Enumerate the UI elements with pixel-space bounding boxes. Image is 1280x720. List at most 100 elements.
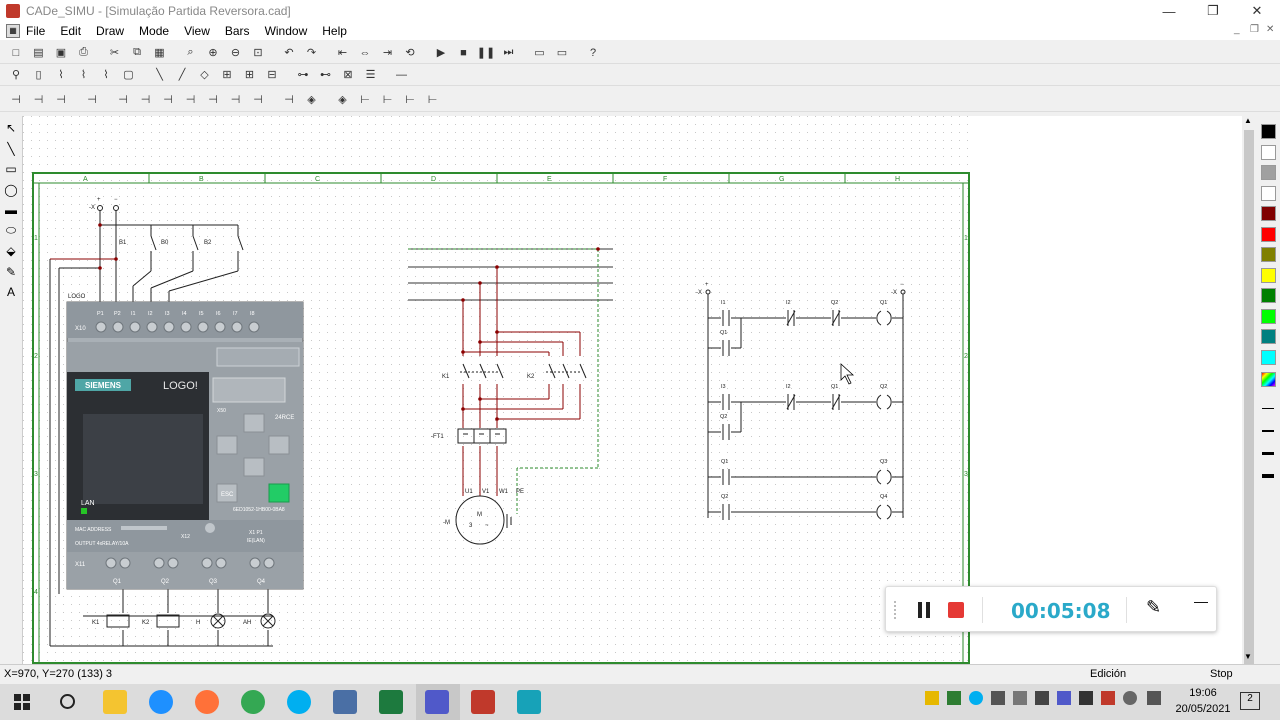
- color-swatch[interactable]: [1261, 124, 1276, 139]
- menu-mode[interactable]: Mode: [139, 24, 169, 38]
- tb3-tool-13-icon[interactable]: ◈: [333, 91, 353, 109]
- circle-tool-icon[interactable]: ◯: [0, 180, 22, 201]
- copy-icon[interactable]: ⧉: [127, 44, 147, 62]
- color-swatch[interactable]: [1261, 349, 1276, 365]
- tb2-tool-4-icon[interactable]: ⌇: [96, 66, 116, 84]
- tb2-tool-14-icon[interactable]: ⊠: [338, 66, 358, 84]
- tb3-tool-7-icon[interactable]: ⊣: [181, 91, 201, 109]
- volume-tray-icon[interactable]: [1013, 691, 1027, 705]
- window-icon[interactable]: ▭: [530, 44, 550, 62]
- network-tray-icon[interactable]: [1035, 691, 1049, 705]
- color-swatch[interactable]: [1261, 144, 1276, 160]
- minimize-button[interactable]: —: [1146, 0, 1192, 22]
- menu-bars[interactable]: Bars: [225, 24, 250, 38]
- tb2-tool-8-icon[interactable]: ◇: [195, 66, 215, 84]
- tb3-tool-14-icon[interactable]: ⊢: [355, 91, 375, 109]
- color-swatch[interactable]: [1261, 288, 1276, 303]
- window2-icon[interactable]: ▭: [552, 44, 572, 62]
- tb2-tool-15-icon[interactable]: ☰: [361, 66, 381, 84]
- scroll-down-icon[interactable]: ▼: [1244, 652, 1252, 661]
- tb3-tool-16-icon[interactable]: ⊢: [400, 91, 420, 109]
- file-explorer-icon[interactable]: [103, 690, 127, 714]
- open-icon[interactable]: ▤: [29, 44, 49, 62]
- zoom-area-icon[interactable]: ⊡: [248, 44, 268, 62]
- new-icon[interactable]: □: [6, 44, 26, 62]
- tb2-tool-11-icon[interactable]: ⊟: [262, 66, 282, 84]
- line-tool-icon[interactable]: ╲: [0, 139, 22, 160]
- tray-icon-4[interactable]: [1123, 691, 1137, 705]
- line-width-option[interactable]: [1262, 408, 1274, 409]
- drag-handle-icon[interactable]: [894, 601, 898, 619]
- menu-file[interactable]: File: [26, 24, 45, 38]
- pen-tool-icon[interactable]: ✎: [0, 262, 22, 283]
- tb3-tool-5-icon[interactable]: ⊣: [136, 91, 156, 109]
- tb3-tool-1-icon[interactable]: ⊣: [29, 91, 49, 109]
- cortana-icon[interactable]: [60, 694, 75, 709]
- line-width-option[interactable]: [1262, 430, 1274, 432]
- edge-icon[interactable]: [149, 690, 173, 714]
- rotate-icon[interactable]: ⟲: [400, 44, 420, 62]
- menu-edit[interactable]: Edit: [60, 24, 81, 38]
- minimize-recorder-icon[interactable]: —: [1194, 593, 1208, 609]
- pause-icon[interactable]: ❚❚: [476, 44, 496, 62]
- drawing-canvas[interactable]: ABCDEFGH 11223344 -X+− B1 B0 B2 K1 K2: [22, 116, 1242, 664]
- tb3-tool-15-icon[interactable]: ⊢: [378, 91, 398, 109]
- cloud-tray-icon[interactable]: [991, 691, 1005, 705]
- zoom-icon[interactable]: ⌕: [181, 44, 201, 62]
- pause-icon[interactable]: [918, 602, 930, 618]
- save-icon[interactable]: ▣: [51, 44, 71, 62]
- line-width-option[interactable]: [1262, 474, 1274, 478]
- ellipse-tool-icon[interactable]: ⬭: [0, 221, 22, 242]
- tray-icon[interactable]: [947, 691, 961, 705]
- scroll-thumb[interactable]: [1244, 130, 1254, 670]
- play-icon[interactable]: ▶: [431, 44, 451, 62]
- tb3-tool-2-icon[interactable]: ⊣: [51, 91, 71, 109]
- tray-icon-3[interactable]: [1101, 691, 1115, 705]
- stop-record-icon[interactable]: [948, 602, 964, 618]
- security-tray-icon[interactable]: [925, 691, 939, 705]
- tb2-tool-2-icon[interactable]: ⌇: [51, 66, 71, 84]
- tb3-tool-6-icon[interactable]: ⊣: [158, 91, 178, 109]
- color-swatch[interactable]: [1261, 247, 1276, 262]
- menu-window[interactable]: Window: [265, 24, 308, 38]
- undo-icon[interactable]: ↶: [279, 44, 299, 62]
- line-width-option[interactable]: [1262, 452, 1274, 455]
- align-center-icon[interactable]: ⇔: [355, 44, 375, 62]
- mdi-restore-button[interactable]: ❐: [1250, 24, 1259, 35]
- tb3-tool-17-icon[interactable]: ⊢: [423, 91, 443, 109]
- scroll-up-icon[interactable]: ▲: [1244, 116, 1252, 125]
- cade-simu-icon[interactable]: [471, 690, 495, 714]
- menu-view[interactable]: View: [184, 24, 210, 38]
- tb3-tool-8-icon[interactable]: ⊣: [203, 91, 223, 109]
- tb3-tool-10-icon[interactable]: ⊣: [248, 91, 268, 109]
- menu-help[interactable]: Help: [322, 24, 347, 38]
- text-tool-icon[interactable]: A: [0, 282, 22, 303]
- notifications-icon[interactable]: 2: [1240, 692, 1260, 710]
- mdi-minimize-button[interactable]: _: [1234, 24, 1240, 35]
- tb2-tool-9-icon[interactable]: ⊞: [217, 66, 237, 84]
- select-tool-icon[interactable]: ↖: [0, 118, 22, 139]
- tb3-tool-12-icon[interactable]: ◈: [302, 91, 322, 109]
- align-right-icon[interactable]: ⇥: [378, 44, 398, 62]
- clock-date[interactable]: 20/05/2021: [1168, 703, 1238, 715]
- skype-icon[interactable]: [287, 690, 311, 714]
- align-left-icon[interactable]: ⇤: [333, 44, 353, 62]
- step-icon[interactable]: ⏭: [499, 44, 519, 62]
- teams-tray-icon[interactable]: [1057, 691, 1071, 705]
- tb2-tool-6-icon[interactable]: ╲: [150, 66, 170, 84]
- color-swatch[interactable]: [1261, 185, 1276, 201]
- tb2-tool-1-icon[interactable]: ▯: [29, 66, 49, 84]
- recorder-app-icon[interactable]: [517, 690, 541, 714]
- fill-tool-icon[interactable]: ⬙: [0, 241, 22, 262]
- tb3-tool-0-icon[interactable]: ⊣: [6, 91, 26, 109]
- color-swatch[interactable]: [1261, 267, 1276, 283]
- tb2-tool-3-icon[interactable]: ⌇: [74, 66, 94, 84]
- wifi-tray-icon[interactable]: [1147, 691, 1161, 705]
- menu-draw[interactable]: Draw: [96, 24, 124, 38]
- tray-icon-2[interactable]: [1079, 691, 1093, 705]
- teams-icon[interactable]: [425, 690, 449, 714]
- tb2-tool-16-icon[interactable]: —: [392, 66, 412, 84]
- tb2-tool-7-icon[interactable]: ╱: [172, 66, 192, 84]
- color-swatch[interactable]: [1261, 206, 1276, 221]
- rectangle-tool-icon[interactable]: ▭: [0, 159, 22, 180]
